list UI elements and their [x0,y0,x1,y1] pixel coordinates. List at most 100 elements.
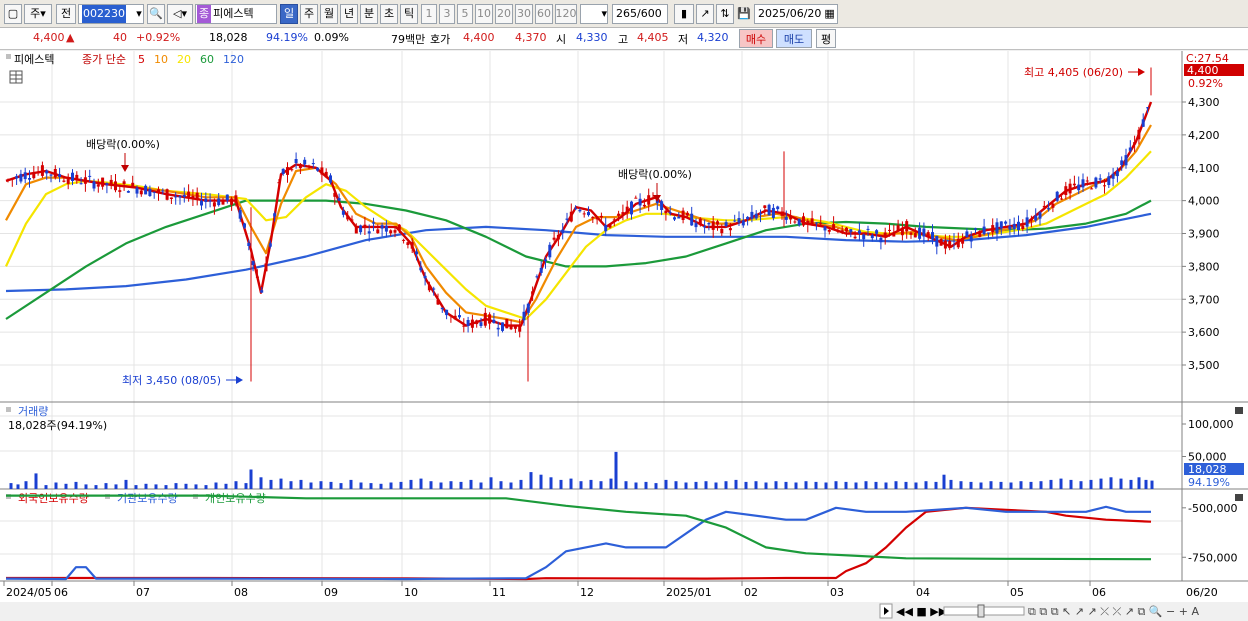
candle-body[interactable] [346,215,350,220]
candle-body[interactable] [118,190,122,192]
candle-body[interactable] [974,228,977,230]
volume-bar[interactable] [949,479,953,489]
candle-body[interactable] [982,226,986,235]
volume-bar[interactable] [989,481,993,489]
candle-body[interactable] [453,315,457,320]
period-minute[interactable]: 분 [360,4,378,24]
volume-bar[interactable] [439,482,443,490]
candle-body[interactable] [569,211,573,222]
candle-body[interactable] [926,232,930,237]
candle-body[interactable] [1008,226,1012,230]
candle-body[interactable] [148,188,152,196]
volume-bar[interactable] [124,479,128,489]
volume-bar[interactable] [884,482,888,490]
candle-body[interactable] [617,213,621,216]
candle-body[interactable] [135,187,139,194]
volume-bar[interactable] [539,474,543,489]
volume-bar[interactable] [279,478,283,489]
period-day[interactable]: 일 [280,4,298,24]
volume-bar[interactable] [104,483,108,489]
candle-body[interactable] [978,231,982,237]
volume-bar[interactable] [204,485,208,489]
candle-body[interactable] [814,222,818,224]
candle-body[interactable] [466,320,470,326]
candle-body[interactable] [780,211,784,216]
volume-bar[interactable] [16,484,20,489]
candle-body[interactable] [187,191,191,199]
candle-body[interactable] [767,204,771,216]
volume-close-icon[interactable] [1235,407,1243,414]
candle-body[interactable] [152,191,156,193]
tool-icons[interactable]: ⧉ ⧉ ⧉ ↖ ↗ ↗ ⤫ ⤫ ↗ ⧉ 🔍 − + A [1028,604,1199,618]
volume-bar[interactable] [1137,477,1141,489]
candle-body[interactable] [793,221,797,223]
volume-bar[interactable] [74,481,78,489]
candle-body[interactable] [432,288,436,290]
candle-body[interactable] [419,267,423,271]
candle-body[interactable] [582,213,586,215]
volume-bar[interactable] [1039,481,1043,489]
volume-bar[interactable] [1059,478,1063,489]
volume-bar[interactable] [864,481,868,489]
candle-body[interactable] [501,322,504,331]
candle-body[interactable] [604,224,608,232]
period-week[interactable]: 주 [300,4,318,24]
volume-bar[interactable] [569,478,573,489]
window-icon[interactable]: ▢ [4,4,22,24]
candle-body[interactable] [591,216,595,219]
volume-bar[interactable] [369,483,373,489]
volume-bar[interactable] [429,481,433,489]
candle-body[interactable] [642,204,646,207]
volume-bar[interactable] [409,479,413,489]
interval-3[interactable]: 3 [439,4,455,24]
candle-body[interactable] [544,259,547,262]
candle-body[interactable] [109,179,113,186]
volume-bar[interactable] [1049,479,1053,489]
volume-bar[interactable] [854,482,858,490]
candle-body[interactable] [857,230,861,234]
candle-body[interactable] [685,212,689,216]
candle-body[interactable] [1111,173,1115,179]
volume-bar[interactable] [319,481,323,489]
volume-bar[interactable] [259,477,263,489]
volume-bar[interactable] [924,481,928,489]
candle-body[interactable] [363,224,367,228]
candle-body[interactable] [737,218,741,223]
candle-body[interactable] [389,230,393,234]
sell-button[interactable]: 매도 [776,29,812,48]
candle-body[interactable] [496,327,500,330]
volume-bar[interactable] [1129,479,1133,489]
ma-legend-10[interactable]: 10 [154,53,168,66]
candle-body[interactable] [690,213,694,226]
volume-bar[interactable] [664,479,668,489]
candle-body[interactable] [548,244,552,258]
candle-body[interactable] [290,169,294,171]
ma-legend-5[interactable]: 5 [138,53,145,66]
volume-handle-icon[interactable] [6,407,11,412]
candle-body[interactable] [1124,155,1128,166]
candle-body[interactable] [350,219,354,221]
candle-body[interactable] [836,230,840,232]
candle-body[interactable] [475,320,479,325]
candle-body[interactable] [1012,223,1016,230]
candle-body[interactable] [277,182,281,184]
candle-body[interactable] [707,223,711,225]
candle-body[interactable] [58,174,62,177]
candle-body[interactable] [999,221,1003,229]
split-icon[interactable]: ⇅ [716,4,734,24]
candle-body[interactable] [986,232,990,234]
candle-body[interactable] [234,195,238,204]
candle-body[interactable] [505,319,509,329]
candle-body[interactable] [200,200,203,206]
candle-body[interactable] [1081,179,1085,188]
candle-body[interactable] [75,174,79,181]
candle-body[interactable] [991,225,995,233]
candle-body[interactable] [251,261,255,266]
volume-bar[interactable] [449,481,453,489]
candle-body[interactable] [711,221,715,230]
candle-body[interactable] [677,216,681,219]
candle-body[interactable] [892,232,896,237]
candle-body[interactable] [15,176,19,179]
candle-body[interactable] [1038,212,1042,219]
volume-bar[interactable] [559,479,563,489]
